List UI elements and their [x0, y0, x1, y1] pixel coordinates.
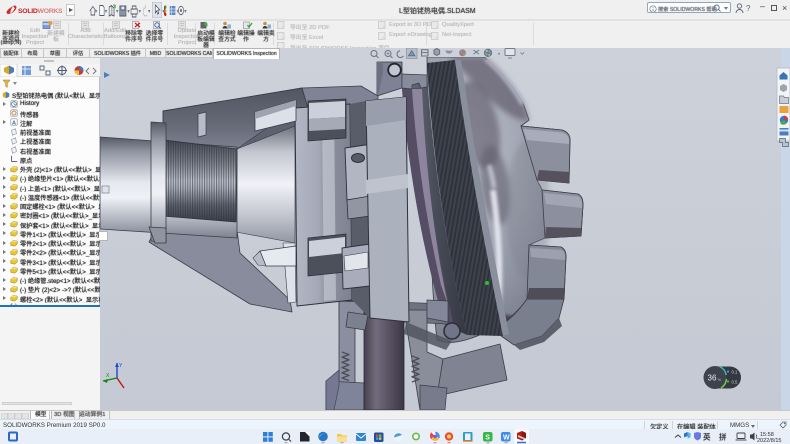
svg-text:拼: 拼	[719, 432, 727, 442]
svg-text:0.5: 0.5	[732, 380, 738, 385]
svg-text:W: W	[503, 435, 510, 442]
svg-text:0.1: 0.1	[732, 370, 738, 375]
svg-text:%: %	[718, 377, 722, 382]
svg-text:SOLIDWORKS: SOLIDWORKS	[18, 8, 63, 15]
svg-text:A: A	[12, 121, 16, 127]
svg-text:2022/8/15: 2022/8/15	[757, 438, 781, 444]
svg-text:S: S	[485, 435, 490, 442]
svg-text:36: 36	[708, 374, 717, 383]
svg-text:英: 英	[703, 432, 711, 442]
